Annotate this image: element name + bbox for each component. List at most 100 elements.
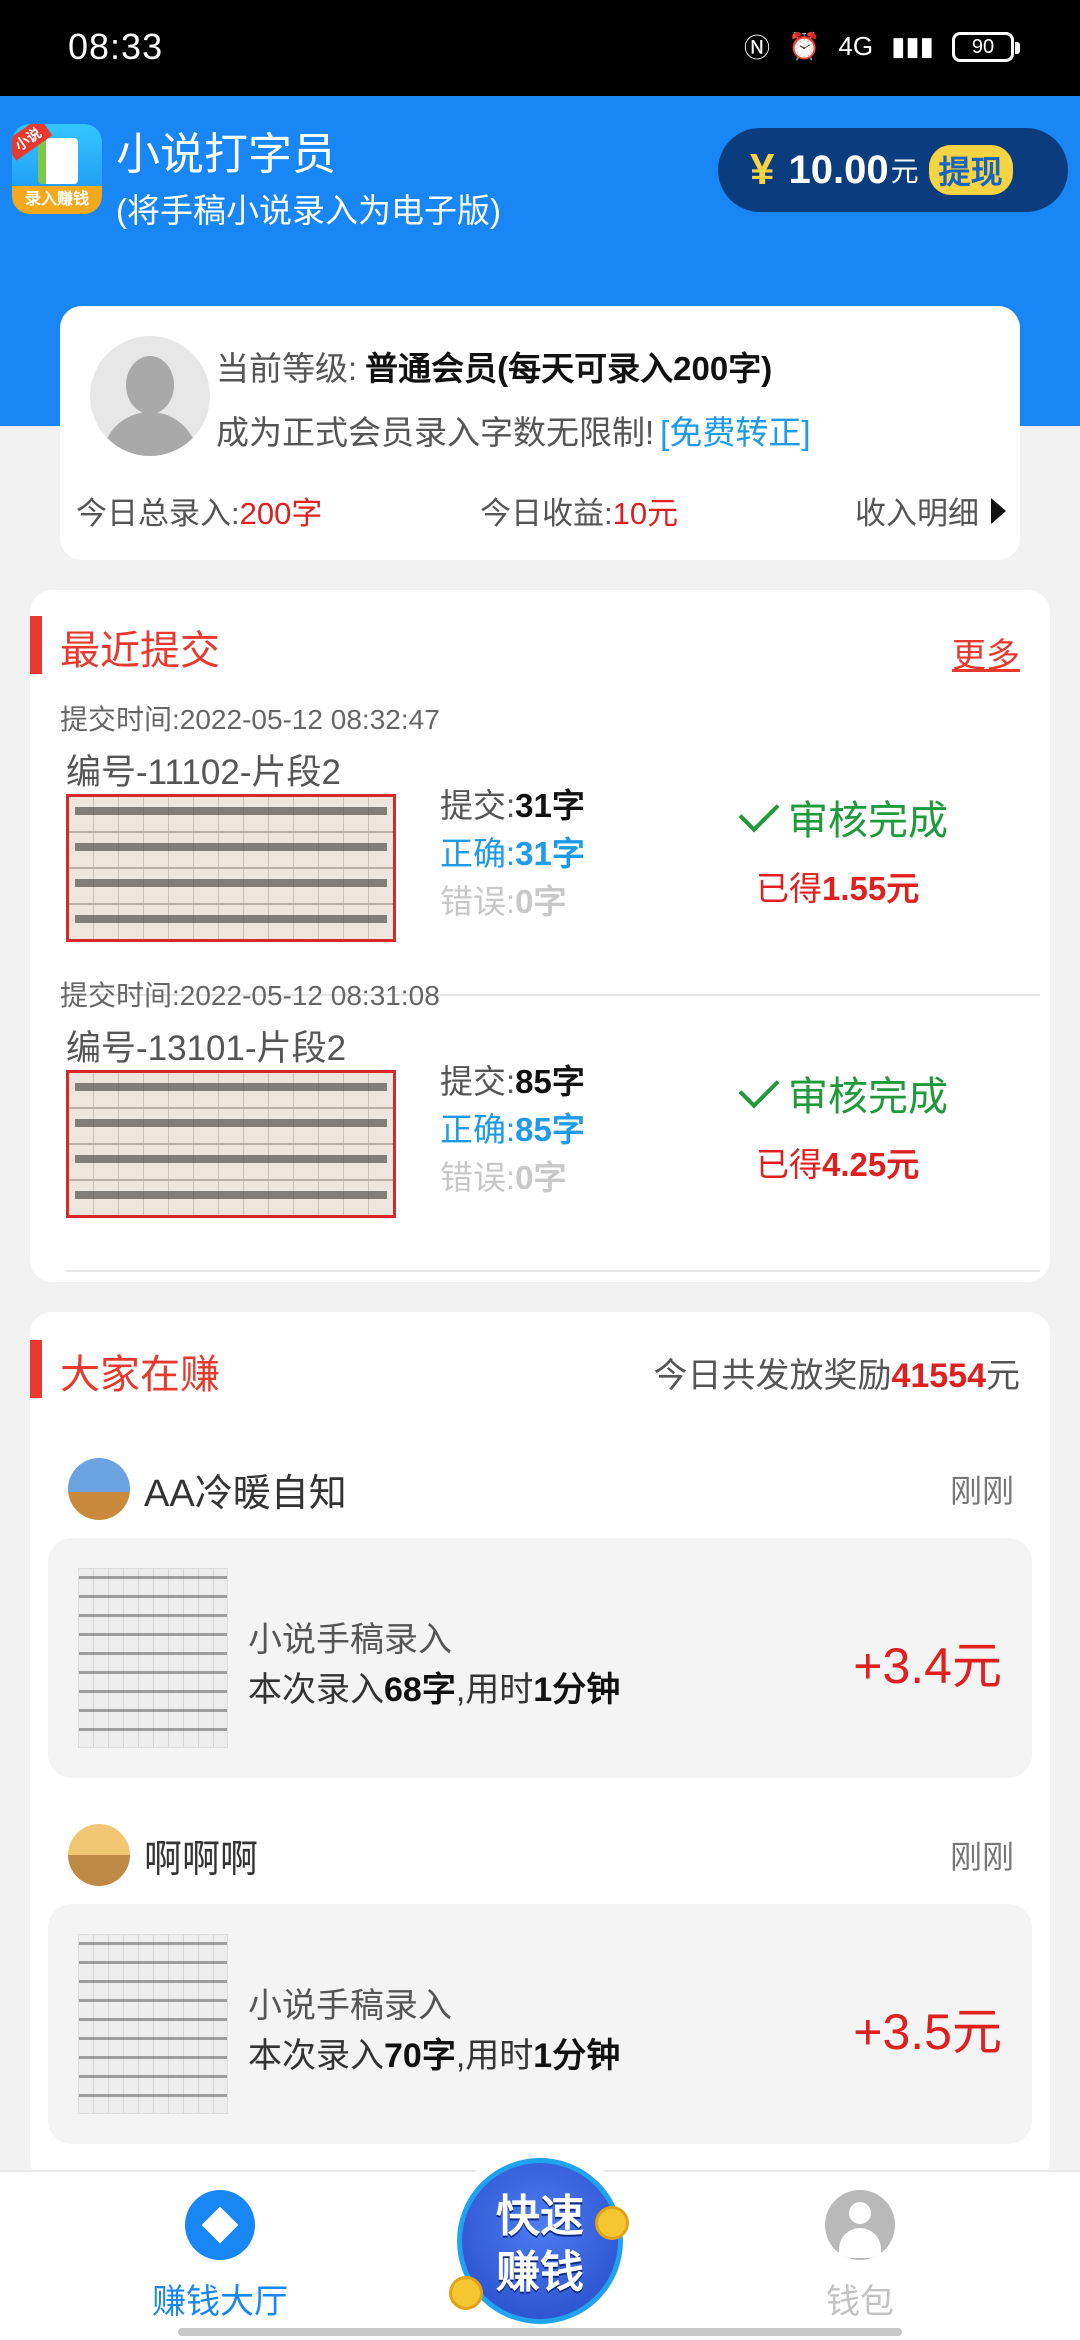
check-icon xyxy=(738,791,780,833)
balance-pill[interactable]: ¥ 10.00 元 提现 xyxy=(718,128,1068,212)
nav-tab-label: 赚钱大厅 xyxy=(152,2283,288,2321)
earning-task: 小说手稿录入 xyxy=(248,1987,452,2025)
signal-icon: ▮▮▮ xyxy=(891,31,934,61)
today-total: 今日总录入:200字 xyxy=(76,488,322,533)
manuscript-thumbnail[interactable] xyxy=(66,1070,396,1218)
earning-task: 小说手稿录入 xyxy=(248,1621,452,1659)
submit-count: 提交:31字 xyxy=(440,787,585,824)
user-avatar[interactable] xyxy=(68,1458,130,1520)
section-accent-bar xyxy=(30,1340,42,1398)
level-value: 普通会员(每天可录入200字) xyxy=(365,350,773,387)
quick-earn-button[interactable]: 快速 赚钱 xyxy=(445,2146,635,2336)
user-name: 啊啊啊 xyxy=(144,1839,259,1881)
recent-submissions: 最近提交 更多 提交时间:2022-05-12 08:32:47 编号-1110… xyxy=(30,590,1050,1282)
submission-counts: 提交:31字 正确:31字 错误:0字 xyxy=(440,782,585,926)
submission-time: 提交时间:2022-05-12 08:32:47 xyxy=(60,704,440,735)
diamond-icon xyxy=(185,2190,255,2260)
today-total-value: 200字 xyxy=(239,496,323,531)
submit-count: 提交:85字 xyxy=(440,1063,585,1100)
earning-card[interactable]: 小说手稿录入 本次录入68字,用时1分钟 +3.4元 xyxy=(48,1538,1032,1778)
status-bar: 08:33 Ⓝ ⏰ 4G ▮▮▮ 90 xyxy=(0,0,1080,96)
submission-item[interactable]: 提交时间:2022-05-12 08:32:47 编号-11102-片段2 提交… xyxy=(30,698,1050,974)
nav-tab-wallet[interactable]: 钱包 xyxy=(770,2190,950,2323)
earning-user-row: 啊啊啊 刚刚 xyxy=(30,1812,1050,1902)
balance-unit: 元 xyxy=(890,156,919,187)
nfc-icon: Ⓝ xyxy=(743,33,770,63)
user-time: 刚刚 xyxy=(949,1839,1014,1875)
book-icon xyxy=(38,138,78,184)
submission-code: 编号-13101-片段2 xyxy=(66,1029,347,1068)
app-subtitle: (将手稿小说录入为电子版) xyxy=(116,192,501,229)
level-label: 当前等级: xyxy=(216,350,358,387)
today-income-value: 10元 xyxy=(612,496,679,531)
home-indicator[interactable] xyxy=(178,2328,902,2336)
earning-detail: 本次录入70字,用时1分钟 xyxy=(248,2037,621,2075)
coin-icon xyxy=(449,2276,483,2310)
avatar-head xyxy=(126,356,174,414)
coin-icon xyxy=(595,2206,629,2240)
today-income: 今日收益:10元 xyxy=(480,488,678,533)
app-logo: 小说 录入赚钱 xyxy=(12,124,102,214)
review-status: 审核完成 xyxy=(738,788,948,846)
income-detail-label: 收入明细 xyxy=(855,496,979,531)
earning-amount: +3.5元 xyxy=(853,2004,1002,2060)
upgrade-text: 成为正式会员录入字数无限制! xyxy=(216,414,655,451)
network-type: 4G xyxy=(838,31,874,61)
check-icon xyxy=(738,1067,780,1109)
income-detail-link[interactable]: 收入明细 xyxy=(855,488,1006,533)
app-title: 小说打字员 xyxy=(116,130,336,179)
review-status: 审核完成 xyxy=(738,1064,948,1122)
user-avatar[interactable] xyxy=(68,1824,130,1886)
earned-amount: 已得4.25元 xyxy=(756,1146,920,1183)
bottom-nav: 赚钱大厅 快速 赚钱 钱包 xyxy=(0,2146,1080,2340)
free-upgrade-link[interactable]: [免费转正] xyxy=(660,414,810,451)
today-income-label: 今日收益: xyxy=(480,496,613,531)
manuscript-thumbnail[interactable] xyxy=(66,794,396,942)
manuscript-thumbnail xyxy=(78,1934,228,2114)
submission-code: 编号-11102-片段2 xyxy=(66,753,341,792)
earning-card[interactable]: 小说手稿录入 本次录入70字,用时1分钟 +3.5元 xyxy=(48,1904,1032,2144)
alarm-icon: ⏰ xyxy=(788,31,821,61)
earning-user-row: AA冷暖自知 刚刚 xyxy=(30,1446,1050,1536)
wrong-count: 错误:0字 xyxy=(440,1159,567,1196)
more-link[interactable]: 更多 xyxy=(952,628,1020,677)
section-accent-bar xyxy=(30,616,42,674)
recent-title: 最近提交 xyxy=(60,629,220,673)
user-icon xyxy=(825,2190,895,2260)
withdraw-button[interactable]: 提现 xyxy=(928,145,1013,195)
correct-count: 正确:31字 xyxy=(440,835,585,872)
wrong-count: 错误:0字 xyxy=(440,883,567,920)
status-icons: Ⓝ ⏰ 4G ▮▮▮ 90 xyxy=(743,28,1020,65)
submission-counts: 提交:85字 正确:85字 错误:0字 xyxy=(440,1058,585,1202)
balance-amount: 10.00 xyxy=(788,147,889,192)
review-status-text: 审核完成 xyxy=(788,1075,948,1119)
chevron-right-icon xyxy=(991,497,1006,524)
quick-earn-badge: 快速 赚钱 xyxy=(457,2158,623,2324)
correct-count: 正确:85字 xyxy=(440,1111,585,1148)
avatar[interactable] xyxy=(90,336,210,456)
earning-amount: +3.4元 xyxy=(853,1638,1002,1694)
nav-tab-earning-hall[interactable]: 赚钱大厅 xyxy=(130,2190,310,2323)
earned-amount: 已得1.55元 xyxy=(756,870,920,907)
upgrade-line: 成为正式会员录入字数无限制! [免费转正] xyxy=(216,406,811,454)
everyone-earning: 大家在赚 今日共发放奖励41554元 AA冷暖自知 刚刚 小说手稿录入 本次录入… xyxy=(30,1312,1050,2182)
divider xyxy=(66,1270,1040,1272)
earning-title: 大家在赚 xyxy=(60,1353,220,1397)
submission-time: 提交时间:2022-05-12 08:31:08 xyxy=(60,980,440,1011)
level-line: 当前等级: 普通会员(每天可录入200字) xyxy=(216,342,772,390)
reward-total: 今日共发放奖励41554元 xyxy=(653,1357,1020,1395)
battery-icon: 90 xyxy=(952,31,1020,62)
today-total-label: 今日总录入: xyxy=(76,496,240,531)
status-time: 08:33 xyxy=(68,26,164,67)
nav-tab-label: 钱包 xyxy=(826,2283,894,2321)
user-name: AA冷暖自知 xyxy=(144,1473,347,1515)
member-card: 当前等级: 普通会员(每天可录入200字) 成为正式会员录入字数无限制! [免费转正… xyxy=(60,306,1020,560)
fab-line-2: 赚钱 xyxy=(496,2248,584,2297)
earning-detail: 本次录入68字,用时1分钟 xyxy=(248,1671,621,1709)
review-status-text: 审核完成 xyxy=(788,799,948,843)
submission-item[interactable]: 提交时间:2022-05-12 08:31:08 编号-13101-片段2 提交… xyxy=(30,974,1050,1250)
yen-icon: ¥ xyxy=(750,145,775,194)
manuscript-thumbnail xyxy=(78,1568,228,1748)
user-time: 刚刚 xyxy=(949,1473,1014,1509)
fab-line-1: 快速 xyxy=(496,2192,584,2241)
